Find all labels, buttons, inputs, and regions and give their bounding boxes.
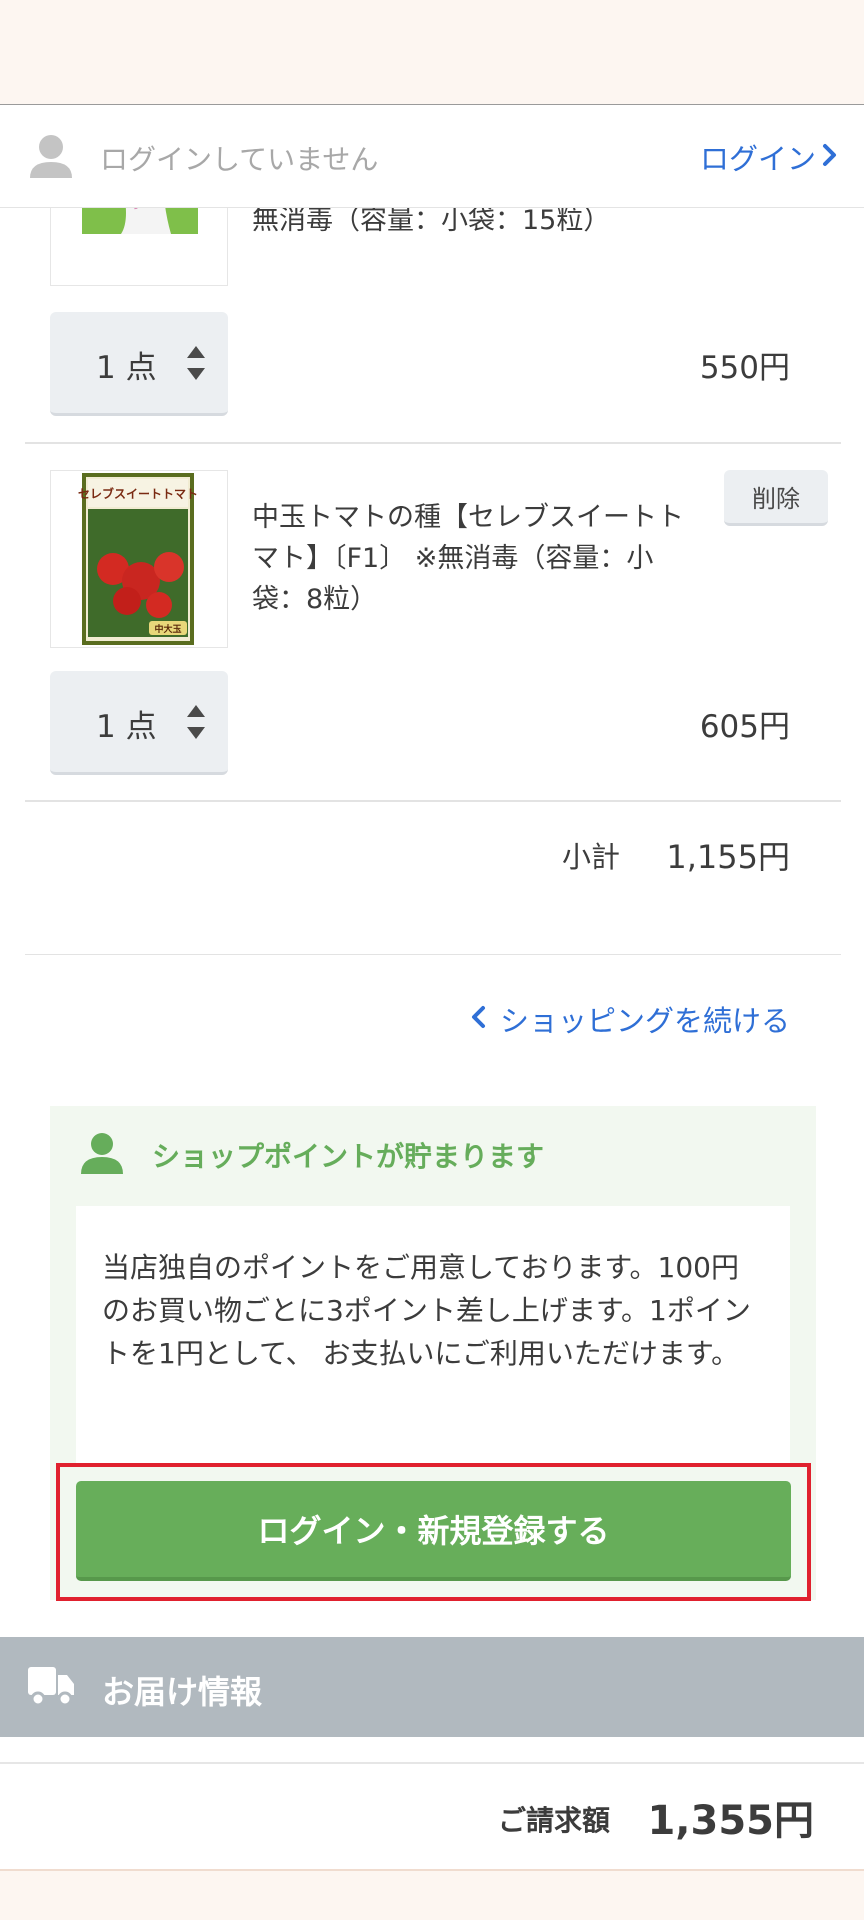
- item-price: 605円: [699, 709, 790, 745]
- section-divider: [25, 954, 841, 955]
- top-header-bar: [0, 0, 864, 105]
- quantity-value: 1 点: [96, 709, 157, 745]
- truck-icon: [28, 1665, 74, 1707]
- chevron-left-icon: [470, 1002, 486, 1036]
- chevron-right-icon: [822, 140, 838, 174]
- total-value: 1,355円: [647, 1798, 814, 1844]
- quantity-selector[interactable]: 1 点: [50, 671, 228, 775]
- user-icon: [80, 1132, 124, 1178]
- login-status-text: ログインしていません: [100, 143, 379, 176]
- login-link[interactable]: ログイン: [700, 136, 838, 178]
- login-register-button[interactable]: ログイン・新規登録する: [76, 1481, 791, 1581]
- delete-button[interactable]: 削除: [724, 470, 828, 526]
- item-price: 550円: [699, 350, 790, 386]
- total-divider: [0, 1762, 864, 1764]
- subtotal-value: 1,155円: [666, 838, 790, 876]
- up-down-arrows-icon: [186, 344, 206, 382]
- total-label: ご請求額: [498, 1804, 611, 1837]
- login-link-label: ログイン: [699, 142, 816, 176]
- quantity-selector[interactable]: 1 点: [50, 312, 228, 416]
- bottom-bar: [0, 1869, 864, 1920]
- delivery-info-section[interactable]: お届け情報: [0, 1637, 864, 1737]
- points-title: ショップポイントが貯まります: [152, 1140, 545, 1173]
- delivery-title: お届け情報: [102, 1673, 263, 1711]
- product-name: 中玉トマトの種【セレブスイートトマト】〔F1〕 ※無消毒（容量：小袋：8粒）: [252, 502, 684, 615]
- package-text: セレブスイートトマト: [78, 486, 198, 501]
- package-badge: 中大玉: [154, 623, 181, 635]
- continue-shopping-label: ショッピングを続ける: [499, 1004, 790, 1038]
- login-status-bar: ログインしていません ログイン: [0, 106, 864, 208]
- continue-shopping-link[interactable]: ショッピングを続ける: [470, 998, 790, 1040]
- points-description: 当店独自のポイントをご用意しております。100円のお買い物ごとに3ポイント差し上…: [76, 1206, 790, 1466]
- subtotal-label: 小計: [562, 840, 621, 874]
- item-divider: [25, 442, 841, 444]
- product-image-tomato[interactable]: セレブスイートトマト 中大玉: [50, 470, 228, 648]
- user-avatar-icon: [28, 134, 74, 180]
- item-divider: [25, 800, 841, 802]
- quantity-value: 1 点: [96, 350, 157, 386]
- points-header: ショップポイントが貯まります: [80, 1132, 544, 1178]
- up-down-arrows-icon: [186, 703, 206, 741]
